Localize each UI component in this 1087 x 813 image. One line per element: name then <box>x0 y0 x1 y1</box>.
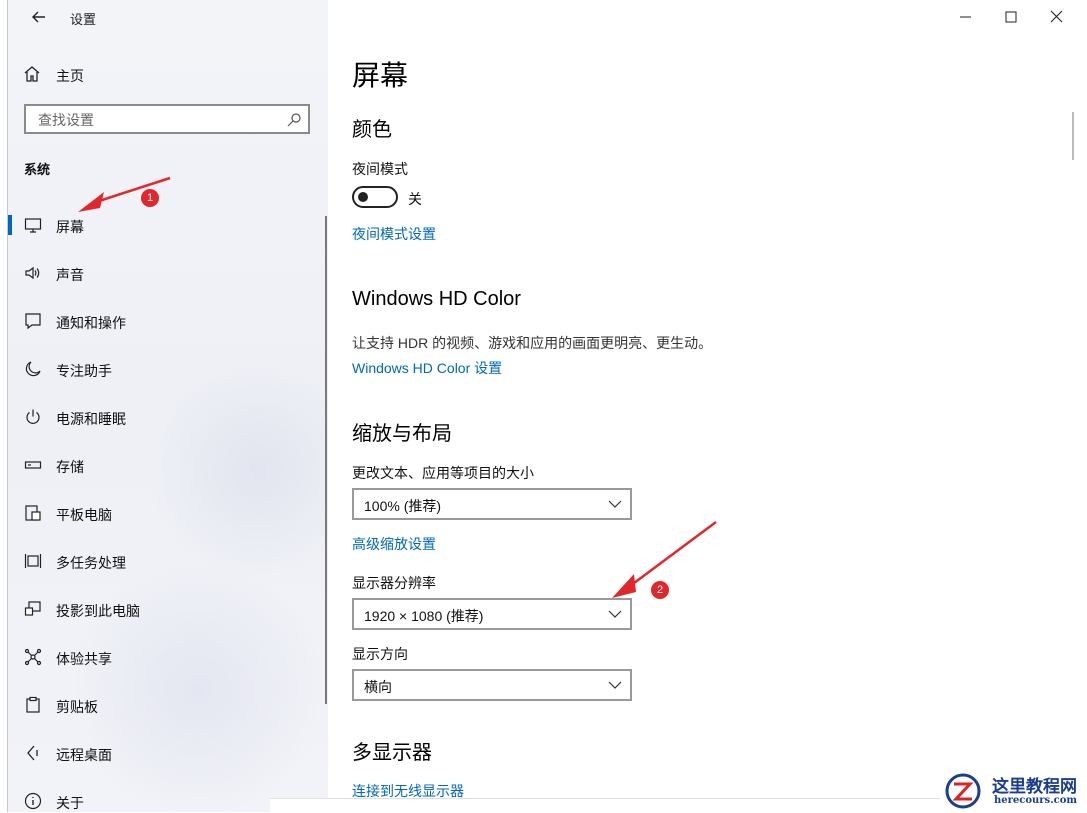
night-mode-settings-link[interactable]: 夜间模式设置 <box>352 224 436 244</box>
minimize-icon <box>960 16 971 18</box>
annotation-badge-2: 2 <box>651 581 669 599</box>
orientation-value: 横向 <box>364 679 392 695</box>
search-icon[interactable] <box>286 112 302 128</box>
sidebar-item-label: 投影到此电脑 <box>56 603 140 619</box>
hdr-description: 让支持 HDR 的视频、游戏和应用的画面更明亮、更生动。 <box>352 335 713 351</box>
chevron-down-icon <box>608 681 622 689</box>
sidebar-item-notifications[interactable]: 通知和操作 <box>8 299 326 343</box>
sidebar-item-tablet[interactable]: 平板电脑 <box>8 491 326 535</box>
resolution-dropdown[interactable]: 1920 × 1080 (推荐) <box>352 598 632 630</box>
arrow-left-icon <box>32 11 45 23</box>
sidebar-item-remote-desktop[interactable]: 远程桌面 <box>8 731 326 775</box>
sidebar-item-storage[interactable]: 存储 <box>8 443 326 487</box>
toggle-knob <box>358 192 368 202</box>
night-mode-label: 夜间模式 <box>352 161 408 177</box>
scale-value: 100% (推荐) <box>364 498 442 514</box>
night-mode-state: 关 <box>408 191 422 207</box>
storage-icon <box>24 461 42 469</box>
scale-dropdown[interactable]: 100% (推荐) <box>352 488 632 520</box>
annotation-badge-1: 1 <box>141 189 159 207</box>
sidebar-item-label: 声音 <box>56 267 84 283</box>
sidebar-item-display[interactable]: 屏幕 <box>8 203 326 247</box>
maximize-icon <box>1005 11 1017 23</box>
sidebar-item-label: 剪贴板 <box>56 699 98 715</box>
resolution-label: 显示器分辨率 <box>352 575 436 591</box>
night-mode-toggle[interactable] <box>352 186 398 208</box>
sidebar-item-clipboard[interactable]: 剪贴板 <box>8 683 326 727</box>
monitor-icon <box>24 218 42 233</box>
clipboard-icon <box>26 696 40 713</box>
sidebar-home-label: 主页 <box>56 68 84 84</box>
active-indicator <box>8 215 12 235</box>
sidebar-item-multitasking[interactable]: 多任务处理 <box>8 539 326 583</box>
sidebar-item-power[interactable]: 电源和睡眠 <box>8 395 326 439</box>
main-scrollbar[interactable] <box>1072 112 1074 160</box>
power-icon <box>26 409 40 424</box>
resolution-value: 1920 × 1080 (推荐) <box>364 608 484 624</box>
notification-icon <box>25 313 41 330</box>
sidebar-item-sound[interactable]: 声音 <box>8 251 326 295</box>
search-input[interactable] <box>36 111 280 129</box>
sidebar: 设置 主页 系统 屏幕 <box>8 0 328 812</box>
home-icon <box>24 66 40 82</box>
watermark-text-en: herecours.com <box>994 795 1078 806</box>
hdr-settings-link[interactable]: Windows HD Color 设置 <box>352 358 502 378</box>
share-icon <box>24 648 42 666</box>
chevron-down-icon <box>608 500 622 508</box>
section-heading-color: 颜色 <box>352 119 392 141</box>
sidebar-item-label: 电源和睡眠 <box>56 411 126 427</box>
info-icon <box>24 792 42 810</box>
remote-desktop-icon <box>27 745 38 761</box>
scale-label: 更改文本、应用等项目的大小 <box>352 465 534 481</box>
sidebar-item-label: 远程桌面 <box>56 747 112 763</box>
sidebar-item-label: 通知和操作 <box>56 315 126 331</box>
site-watermark: 这里教程网 herecours.com <box>940 770 1087 812</box>
tablet-icon <box>25 505 41 521</box>
chevron-down-icon <box>608 610 622 618</box>
close-button[interactable] <box>1034 4 1080 30</box>
close-icon <box>1050 10 1063 23</box>
orientation-label: 显示方向 <box>352 646 408 662</box>
bottom-edge <box>270 798 950 813</box>
back-button[interactable] <box>24 5 54 29</box>
minimize-button[interactable] <box>942 4 988 30</box>
sidebar-item-label: 存储 <box>56 459 84 475</box>
sidebar-item-label: 体验共享 <box>56 651 112 667</box>
watermark-logo-icon <box>945 773 981 809</box>
page-title: 屏幕 <box>352 60 409 91</box>
watermark-text-cn: 这里教程网 <box>992 777 1077 797</box>
sidebar-item-label: 平板电脑 <box>56 507 112 523</box>
sidebar-item-focus-assist[interactable]: 专注助手 <box>8 347 326 391</box>
sidebar-item-label: 多任务处理 <box>56 555 126 571</box>
section-heading-multiple-displays: 多显示器 <box>352 742 432 764</box>
main-content: 屏幕 颜色 夜间模式 关 夜间模式设置 Windows HD Color 让支持… <box>328 0 1087 812</box>
sidebar-scrollbar[interactable] <box>325 216 327 704</box>
sidebar-section-label: 系统 <box>24 162 51 177</box>
maximize-button[interactable] <box>988 4 1034 30</box>
project-icon <box>24 601 41 616</box>
sidebar-item-project[interactable]: 投影到此电脑 <box>8 587 326 631</box>
advanced-scaling-link[interactable]: 高级缩放设置 <box>352 534 436 554</box>
search-box[interactable] <box>24 104 310 134</box>
sidebar-item-shared-experiences[interactable]: 体验共享 <box>8 635 326 679</box>
sidebar-item-home[interactable]: 主页 <box>22 60 312 88</box>
moon-icon <box>25 361 41 377</box>
sidebar-item-label: 屏幕 <box>56 219 84 235</box>
sidebar-item-label: 关于 <box>56 795 84 811</box>
sidebar-item-label: 专注助手 <box>56 363 112 379</box>
window-title: 设置 <box>70 12 97 27</box>
settings-window: 设置 主页 系统 屏幕 <box>0 0 1087 813</box>
section-heading-scale: 缩放与布局 <box>352 423 452 445</box>
section-heading-hdr: Windows HD Color <box>352 288 521 310</box>
speaker-icon <box>25 266 40 280</box>
orientation-dropdown[interactable]: 横向 <box>352 669 632 701</box>
multitask-icon <box>24 554 42 568</box>
